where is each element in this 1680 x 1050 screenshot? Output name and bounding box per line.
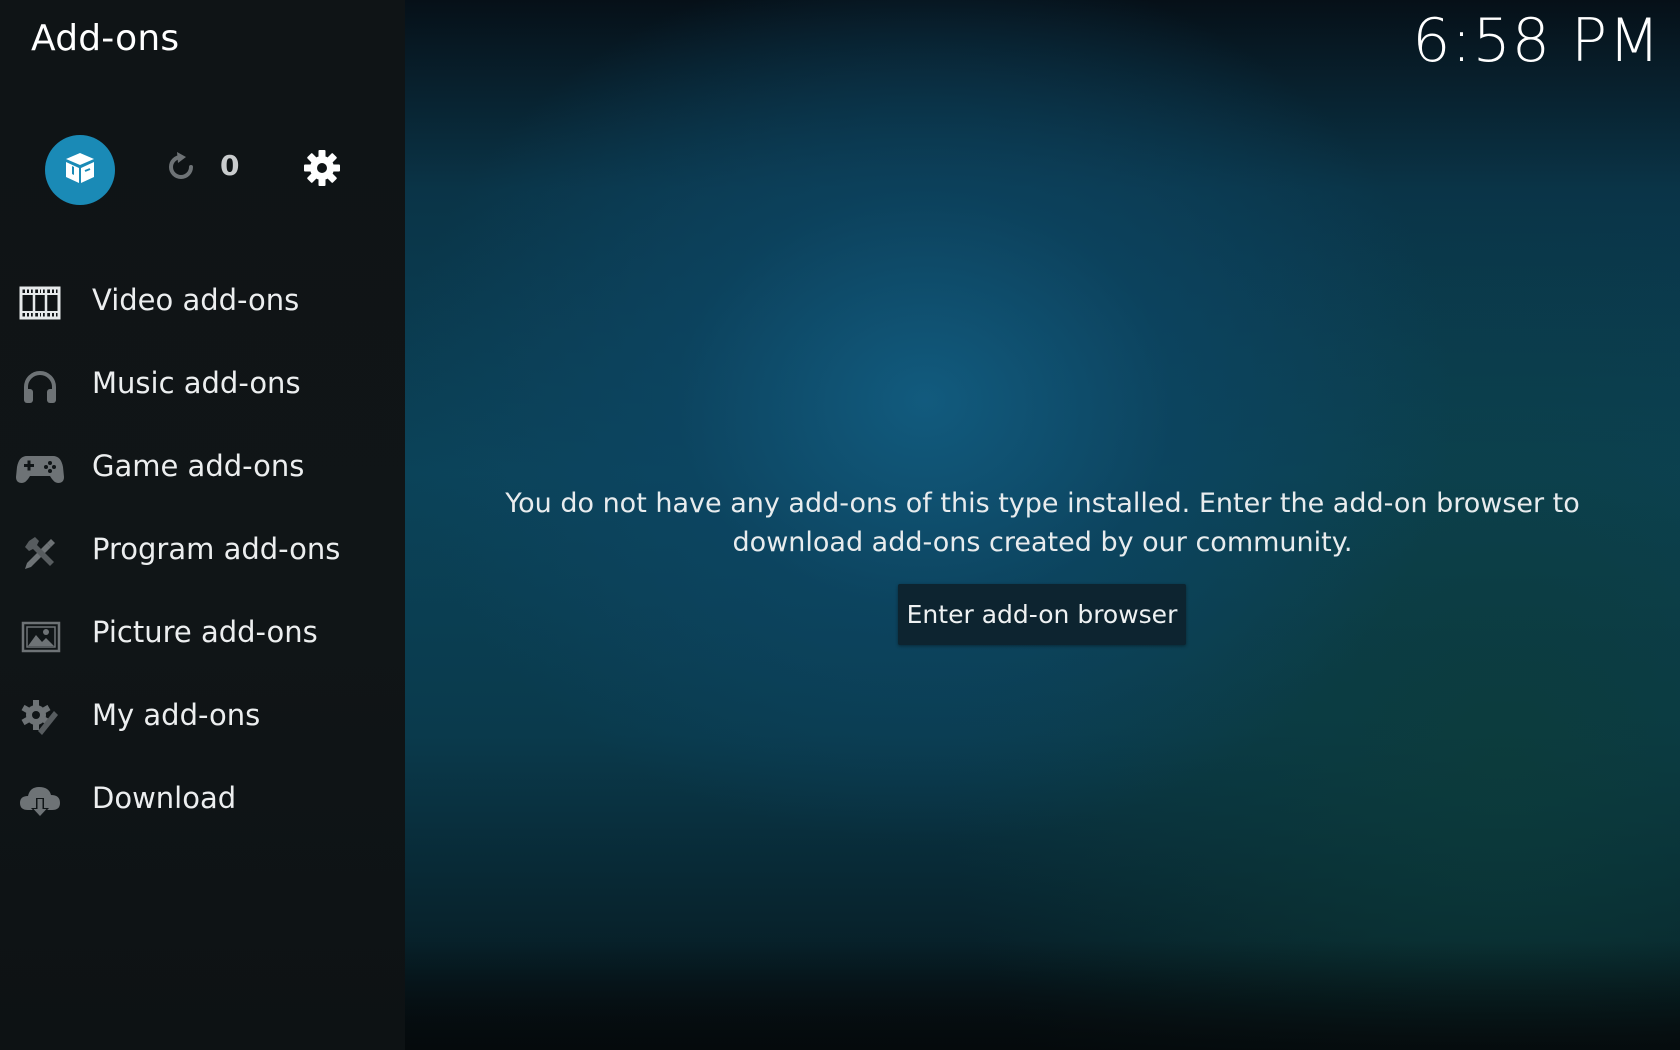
open-box-icon bbox=[61, 149, 99, 191]
sidebar-item-label: Game add-ons bbox=[92, 449, 305, 483]
update-button[interactable] bbox=[163, 151, 199, 187]
headphones-icon bbox=[15, 365, 65, 407]
sidebar: Add-ons 0 Video add-ons Music add-ons Ga… bbox=[0, 0, 405, 1050]
clock: 6:58 PM bbox=[1412, 6, 1661, 76]
sidebar-item-picture-addons[interactable]: Picture add-ons bbox=[0, 594, 405, 677]
sidebar-item-label: Download bbox=[92, 781, 237, 815]
update-count: 0 bbox=[220, 149, 240, 182]
sidebar-item-my-addons[interactable]: My add-ons bbox=[0, 677, 405, 760]
sidebar-item-label: Video add-ons bbox=[92, 283, 300, 317]
sidebar-item-label: Program add-ons bbox=[92, 532, 341, 566]
sidebar-item-program-addons[interactable]: Program add-ons bbox=[0, 511, 405, 594]
sidebar-menu: Video add-ons Music add-ons Game add-ons… bbox=[0, 262, 405, 843]
tools-icon bbox=[15, 531, 65, 573]
film-icon bbox=[15, 282, 65, 324]
refresh-icon bbox=[164, 150, 198, 188]
sidebar-item-label: My add-ons bbox=[92, 698, 261, 732]
cloud-download-icon bbox=[15, 780, 65, 822]
empty-state-message: You do not have any add-ons of this type… bbox=[505, 488, 1580, 558]
addons-window: Add-ons 0 Video add-ons Music add-ons Ga… bbox=[0, 0, 1680, 1050]
sidebar-item-game-addons[interactable]: Game add-ons bbox=[0, 428, 405, 511]
gamepad-icon bbox=[15, 448, 65, 490]
enter-addon-browser-button[interactable]: Enter add-on browser bbox=[898, 584, 1186, 645]
addon-browser-button[interactable] bbox=[45, 135, 115, 205]
sidebar-item-music-addons[interactable]: Music add-ons bbox=[0, 345, 405, 428]
cogs-icon bbox=[15, 697, 65, 739]
sidebar-item-label: Music add-ons bbox=[92, 366, 301, 400]
sidebar-item-video-addons[interactable]: Video add-ons bbox=[0, 262, 405, 345]
picture-icon bbox=[15, 614, 65, 656]
page-title: Add-ons bbox=[31, 18, 180, 59]
sidebar-item-label: Picture add-ons bbox=[92, 615, 318, 649]
sidebar-toolbar: 0 bbox=[0, 135, 405, 205]
settings-button[interactable] bbox=[302, 150, 342, 190]
gear-icon bbox=[303, 149, 341, 191]
sidebar-item-download[interactable]: Download bbox=[0, 760, 405, 843]
